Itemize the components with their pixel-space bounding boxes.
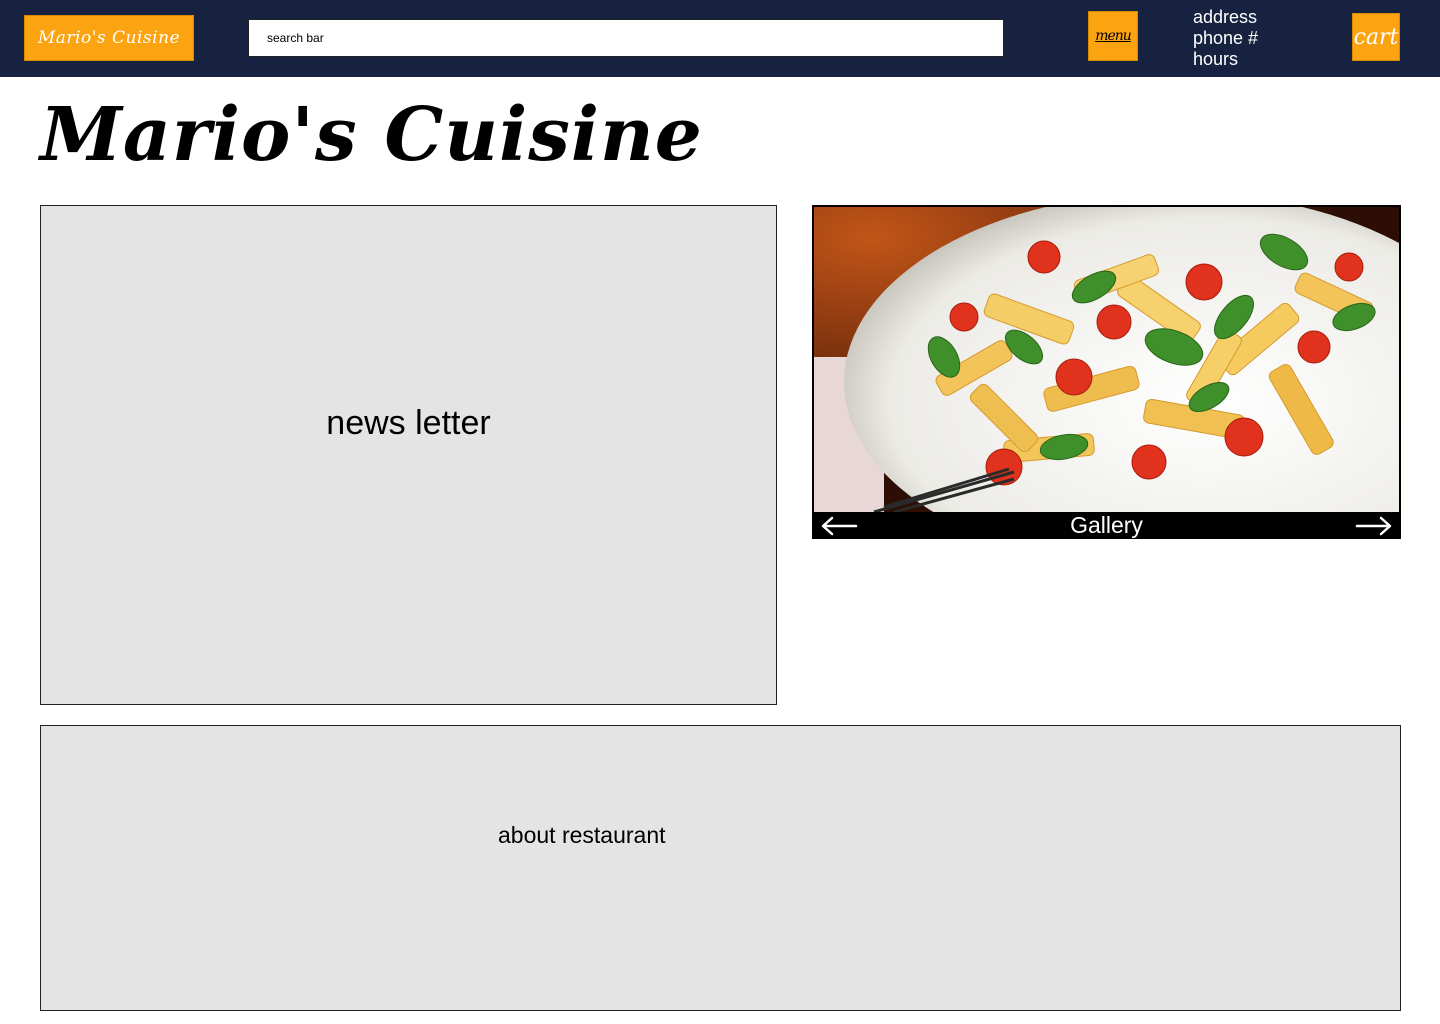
logo-label: Mario's Cuisine	[37, 28, 181, 48]
newsletter-label: news letter	[326, 404, 491, 442]
gallery-label: Gallery	[1070, 512, 1143, 538]
about-label: about restaurant	[498, 822, 666, 848]
search-input[interactable]	[267, 20, 985, 56]
menu-label: menu	[1095, 28, 1132, 44]
gallery-carousel: Gallery	[812, 205, 1401, 539]
about-panel[interactable]: about restaurant	[40, 725, 1401, 1011]
top-navigation-bar: Mario's Cuisine menu address phone # hou…	[0, 0, 1440, 77]
logo-button[interactable]: Mario's Cuisine	[24, 15, 194, 61]
phone-text: phone #	[1193, 28, 1259, 48]
gallery-caption-bar: Gallery	[814, 512, 1399, 538]
contact-info: address phone # hours	[1193, 7, 1258, 70]
page-title: Mario's Cuisine	[40, 92, 703, 178]
gallery-image[interactable]	[814, 207, 1399, 512]
cart-label: cart	[1353, 24, 1399, 50]
search-bar[interactable]	[248, 19, 1004, 57]
hours-text: hours	[1193, 49, 1239, 69]
address-text: address	[1193, 7, 1258, 27]
menu-button[interactable]: menu	[1088, 11, 1138, 61]
cart-button[interactable]: cart	[1352, 13, 1400, 61]
pasta-photo	[814, 207, 1399, 512]
newsletter-panel[interactable]: news letter	[40, 205, 777, 705]
arrow-right-icon[interactable]	[1355, 516, 1393, 536]
